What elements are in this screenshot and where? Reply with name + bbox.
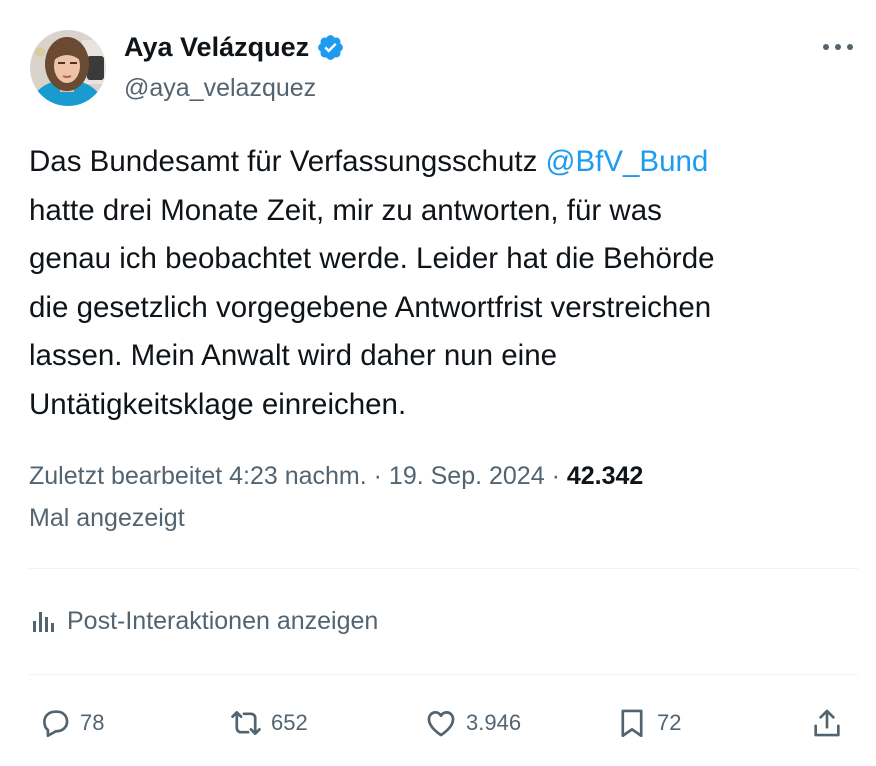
tweet-text-intro: Das Bundesamt für Verfassungsschutz [29,145,546,178]
views-count: 42.342 [566,462,644,490]
share-icon [814,709,840,737]
post-interactions-label: Post-Interaktionen anzeigen [67,607,379,635]
meta-separator: · [366,462,389,490]
repost-icon [231,711,261,735]
more-options-icon[interactable] [820,34,856,60]
bookmark-button[interactable]: 72 [615,703,681,743]
divider [29,568,858,569]
heart-icon [427,711,455,737]
reply-count: 78 [80,710,105,735]
author-handle[interactable]: @aya_velazquez [124,72,316,104]
repost-button[interactable]: 652 [229,703,308,743]
divider [29,674,858,675]
reply-icon [43,710,69,738]
reply-button[interactable]: 78 [38,703,104,743]
share-button[interactable] [810,703,852,743]
avatar[interactable] [30,30,106,106]
bookmark-icon [621,709,643,738]
tweet-meta: Zuletzt bearbeitet 4:23 nachm. · 19. Sep… [29,455,849,539]
author-name-row[interactable]: Aya Velázquez [124,30,345,64]
edited-time-link[interactable]: Zuletzt bearbeitet 4:23 nachm. [29,462,367,490]
tweet-text-body: hatte drei Monate Zeit, mir zu antworten… [29,193,715,421]
avatar-image [30,30,106,106]
author-display-name[interactable]: Aya Velázquez [124,30,309,64]
mention-link[interactable]: @BfV_Bund [546,145,709,178]
post-interactions-link[interactable]: Post-Interaktionen anzeigen [29,604,378,638]
verified-badge-icon[interactable] [316,33,345,62]
tweet-date[interactable]: 19. Sep. 2024 [389,462,545,490]
like-button[interactable]: 3.946 [424,703,521,743]
meta-separator: · [544,462,567,490]
views-label: Mal angezeigt [29,504,185,532]
repost-count: 652 [271,710,308,735]
bookmark-count: 72 [657,710,682,735]
tweet-text: Das Bundesamt für Verfassungsschutz @BfV… [29,138,859,430]
like-count: 3.946 [466,710,522,735]
bar-chart-icon [33,612,54,632]
